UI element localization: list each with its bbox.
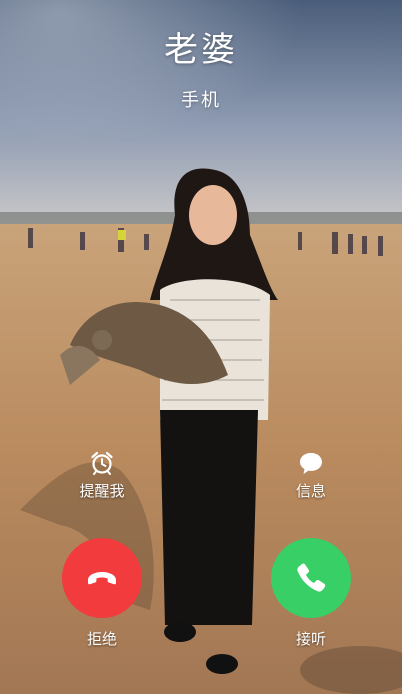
decline-button[interactable] (62, 538, 142, 618)
phone-icon (297, 563, 326, 592)
alarm-clock-icon (91, 451, 113, 475)
caller-phone-label: 手机 (181, 90, 221, 111)
accept-label: 接听 (295, 630, 326, 648)
accept-button[interactable] (271, 538, 351, 618)
message-button[interactable]: 信息 (266, 450, 356, 501)
phone-hangup-icon (88, 572, 116, 585)
caller-name: 老婆 (164, 30, 238, 70)
message-label: 信息 (295, 482, 326, 500)
remind-me-button[interactable]: 提醒我 (57, 450, 147, 501)
remind-me-label: 提醒我 (79, 482, 125, 500)
incoming-call-screen: 老婆 手机 提醒我 信息 拒绝 接听 (0, 0, 402, 694)
decline-label: 拒绝 (86, 630, 117, 648)
message-bubble-icon (300, 453, 322, 474)
